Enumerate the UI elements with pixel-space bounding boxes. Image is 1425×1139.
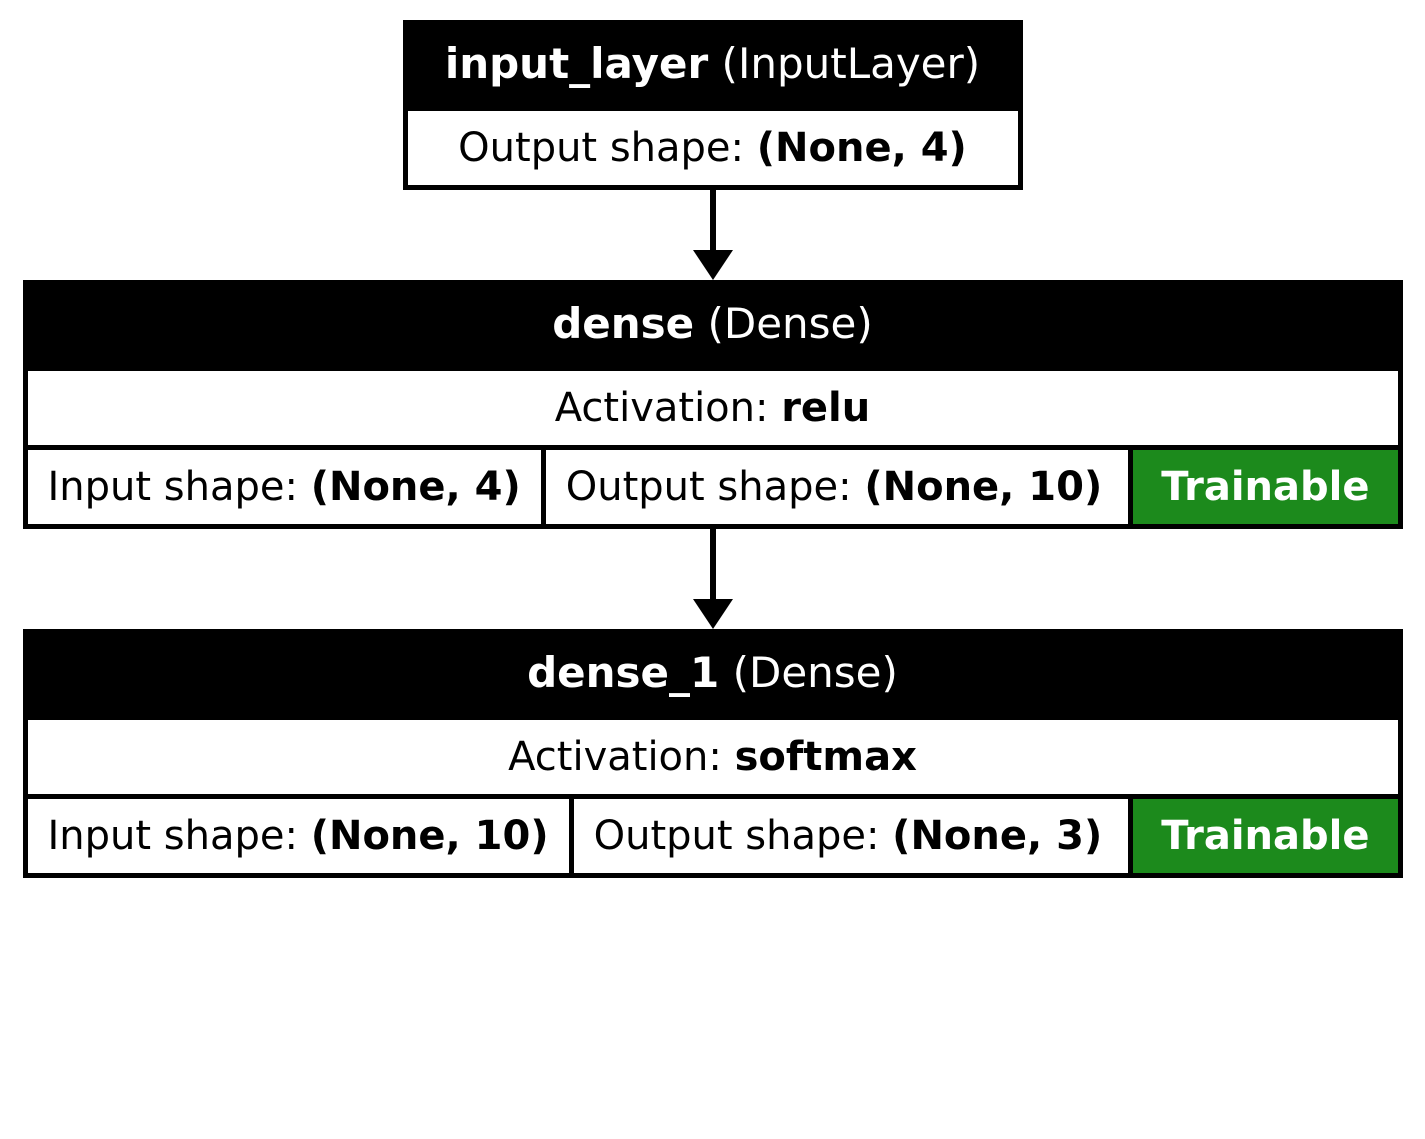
layer-name: input_layer [445, 39, 708, 88]
output-shape-label: Output shape: [594, 813, 880, 859]
trainable-label: Trainable [1161, 464, 1369, 510]
trainable-badge: Trainable [1133, 445, 1397, 524]
output-shape-cell: Output shape: (None, 4) [408, 106, 1018, 185]
output-shape-value: (None, 3) [892, 813, 1102, 859]
layer-type: (InputLayer) [722, 39, 981, 88]
input-shape-value: (None, 10) [311, 813, 549, 859]
output-shape-value: (None, 10) [864, 464, 1102, 510]
arrow-icon [693, 529, 733, 629]
layer-name: dense_1 [527, 648, 719, 697]
layer-type: (Dense) [733, 648, 898, 697]
output-shape-value: (None, 4) [757, 125, 967, 171]
activation-value: relu [781, 385, 870, 431]
layer-header: input_layer (InputLayer) [408, 25, 1018, 106]
output-shape-label: Output shape: [566, 464, 852, 510]
activation-cell: Activation: relu [28, 366, 1398, 445]
layer-node-dense: dense (Dense) Activation: relu Input sha… [23, 280, 1403, 529]
output-shape-cell: Output shape: (None, 10) [546, 445, 1133, 524]
layer-node-input-layer: input_layer (InputLayer) Output shape: (… [403, 20, 1023, 190]
output-shape-cell: Output shape: (None, 3) [574, 794, 1134, 873]
input-shape-cell: Input shape: (None, 4) [28, 445, 546, 524]
output-shape-label: Output shape: [458, 125, 744, 171]
activation-label: Activation: [508, 734, 722, 780]
input-shape-value: (None, 4) [311, 464, 521, 510]
trainable-label: Trainable [1161, 813, 1369, 859]
trainable-badge: Trainable [1133, 794, 1397, 873]
layer-header: dense_1 (Dense) [28, 634, 1398, 715]
layer-node-dense-1: dense_1 (Dense) Activation: softmax Inpu… [23, 629, 1403, 878]
layer-name: dense [552, 299, 694, 348]
activation-label: Activation: [555, 385, 769, 431]
model-diagram: input_layer (InputLayer) Output shape: (… [20, 20, 1405, 878]
activation-cell: Activation: softmax [28, 715, 1398, 794]
input-shape-label: Input shape: [48, 813, 298, 859]
layer-header: dense (Dense) [28, 285, 1398, 366]
activation-value: softmax [735, 734, 917, 780]
layer-type: (Dense) [707, 299, 872, 348]
input-shape-cell: Input shape: (None, 10) [28, 794, 574, 873]
input-shape-label: Input shape: [48, 464, 298, 510]
arrow-icon [693, 190, 733, 280]
